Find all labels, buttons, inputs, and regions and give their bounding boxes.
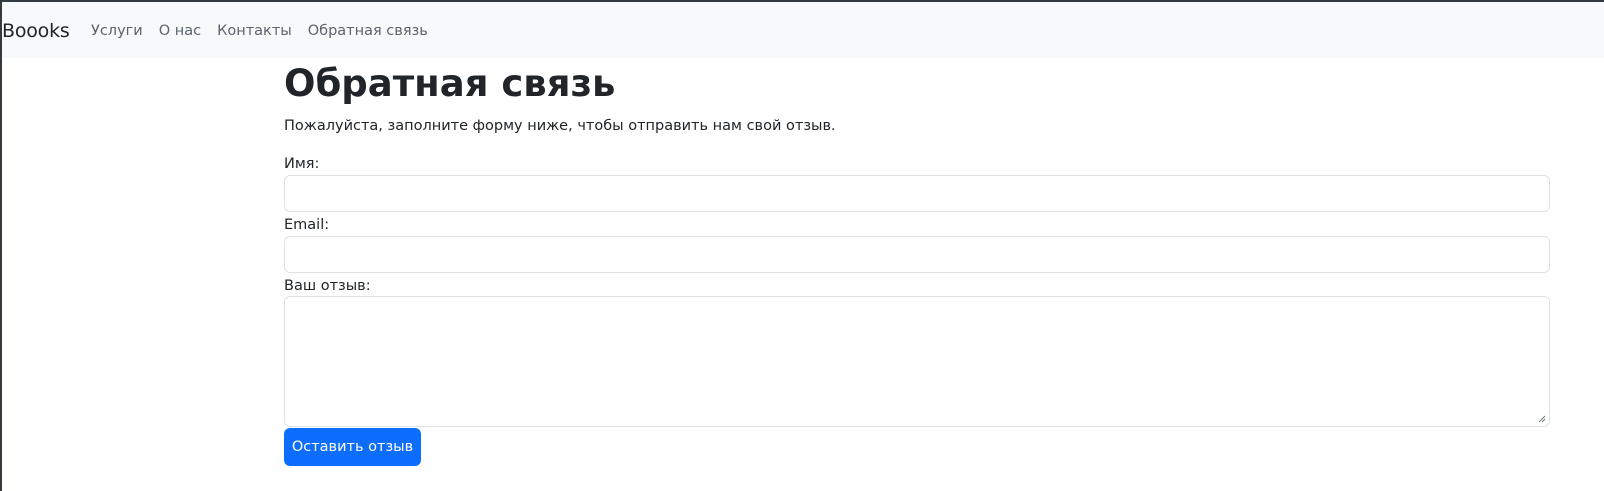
brand-link[interactable]: Boooks	[2, 19, 70, 43]
email-input[interactable]	[284, 236, 1550, 273]
nav-link-feedback[interactable]: Обратная связь	[308, 21, 428, 41]
nav-link-services[interactable]: Услуги	[91, 21, 143, 41]
resize-handle-icon[interactable]	[1538, 415, 1546, 423]
email-label: Email:	[284, 217, 330, 233]
review-label: Ваш отзыв:	[284, 278, 371, 294]
review-textarea[interactable]	[284, 296, 1550, 427]
nav-link-about[interactable]: О нас	[159, 21, 201, 41]
name-input[interactable]	[284, 175, 1550, 212]
page-title: Обратная связь	[284, 62, 616, 105]
name-label: Имя:	[284, 156, 320, 172]
submit-review-button[interactable]: Оставить отзыв	[284, 428, 421, 466]
nav-links: Услуги О нас Контакты Обратная связь	[91, 21, 428, 41]
page-description: Пожалуйста, заполните форму ниже, чтобы …	[284, 118, 836, 134]
nav-link-contacts[interactable]: Контакты	[217, 21, 292, 41]
top-navbar: Boooks Услуги О нас Контакты Обратная св…	[2, 2, 1604, 58]
